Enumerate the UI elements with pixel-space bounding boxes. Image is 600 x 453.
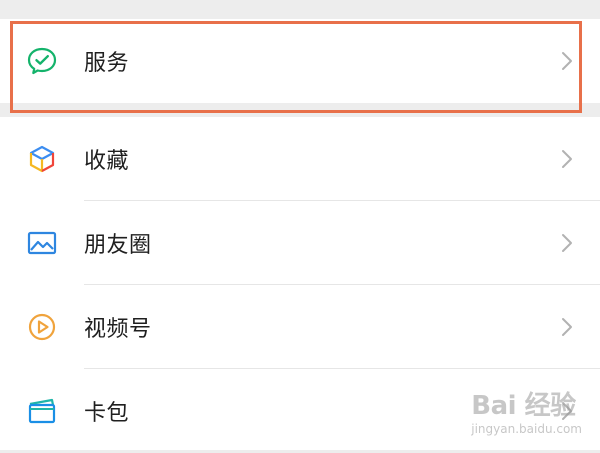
menu-item-moments[interactable]: 朋友圈 (0, 201, 600, 285)
menu-item-services[interactable]: 服务 (0, 19, 600, 103)
channels-icon (26, 311, 58, 343)
chevron-right-icon (560, 50, 574, 72)
menu-item-label: 视频号 (84, 317, 152, 342)
menu-item-label: 服务 (84, 51, 130, 76)
menu-item-label: 收藏 (84, 149, 130, 174)
chevron-right-icon (560, 232, 574, 254)
chevron-right-icon (560, 316, 574, 338)
menu-item-label: 卡包 (84, 401, 130, 426)
menu-item-channels[interactable]: 视频号 (0, 285, 600, 369)
menu-group-services: 服务 (0, 19, 600, 103)
menu-item-label: 朋友圈 (84, 233, 152, 258)
favorites-icon (26, 143, 58, 175)
settings-screen: 服务 收藏 朋友圈 视频号 卡包 Bai 经验 jingyan.baidu.co… (0, 0, 600, 450)
chevron-right-icon (560, 148, 574, 170)
moments-icon (26, 227, 58, 259)
watermark-url: jingyan.baidu.com (471, 422, 582, 436)
menu-item-favorites[interactable]: 收藏 (0, 117, 600, 201)
watermark: Bai 经验 jingyan.baidu.com (471, 392, 582, 436)
watermark-logo: Bai 经验 (471, 391, 576, 421)
services-icon (26, 45, 58, 77)
card-wallet-icon (26, 395, 58, 427)
